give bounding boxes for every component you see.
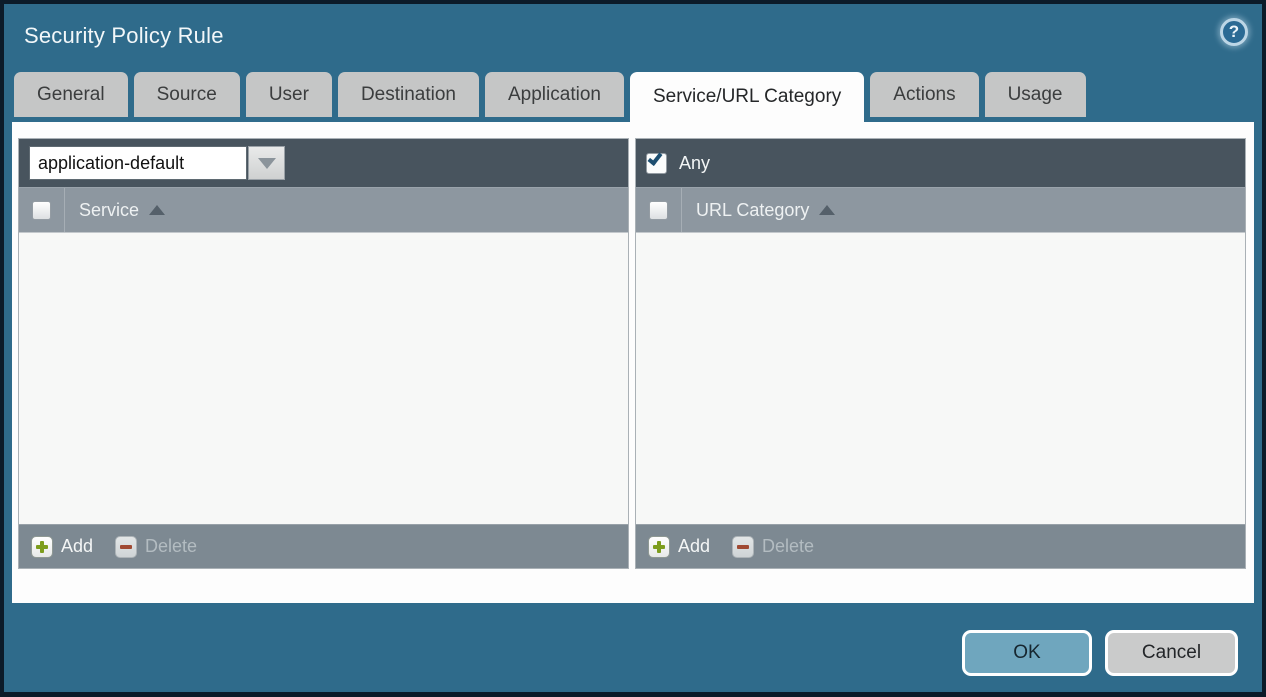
service-grid-body[interactable] xyxy=(19,233,628,524)
url-category-grid-header: URL Category xyxy=(636,187,1245,233)
add-button-label: Add xyxy=(678,536,710,557)
chevron-down-icon xyxy=(258,158,276,169)
any-checkbox-label: Any xyxy=(679,153,710,174)
service-add-button[interactable]: Add xyxy=(31,536,93,558)
delete-button-label: Delete xyxy=(762,536,814,557)
dialog-surface: Security Policy Rule ? General Source Us… xyxy=(4,4,1262,692)
dialog-action-row: OK Cancel xyxy=(962,630,1238,676)
service-grid-footer: Add Delete xyxy=(19,524,628,568)
service-select-all-checkbox[interactable] xyxy=(32,201,51,220)
tab-actions[interactable]: Actions xyxy=(870,72,978,117)
service-select-all-cell xyxy=(19,188,65,232)
service-column-header[interactable]: Service xyxy=(65,188,165,232)
url-category-toolbar: Any xyxy=(636,139,1245,187)
url-category-grid-body[interactable] xyxy=(636,233,1245,524)
tab-user[interactable]: User xyxy=(246,72,332,117)
sort-asc-icon xyxy=(149,205,165,215)
checkmark-icon xyxy=(648,150,663,166)
url-category-column-label: URL Category xyxy=(696,200,809,221)
plus-icon xyxy=(648,536,670,558)
url-category-delete-button[interactable]: Delete xyxy=(732,536,814,558)
page-title: Security Policy Rule xyxy=(24,23,224,49)
service-column-label: Service xyxy=(79,200,139,221)
tab-service-url-category[interactable]: Service/URL Category xyxy=(630,72,864,122)
add-button-label: Add xyxy=(61,536,93,557)
any-checkbox[interactable] xyxy=(646,153,667,174)
tab-bar: General Source User Destination Applicat… xyxy=(14,72,1252,122)
panels-container: Service Add xyxy=(18,138,1246,569)
cancel-button[interactable]: Cancel xyxy=(1105,630,1238,676)
tab-destination[interactable]: Destination xyxy=(338,72,479,117)
tab-content: Service Add xyxy=(12,122,1254,603)
minus-icon xyxy=(732,536,754,558)
url-category-select-all-checkbox[interactable] xyxy=(649,201,668,220)
service-type-dropdown-button[interactable] xyxy=(248,146,285,180)
tab-application[interactable]: Application xyxy=(485,72,624,117)
service-grid-header: Service xyxy=(19,187,628,233)
url-category-column-header[interactable]: URL Category xyxy=(682,188,835,232)
plus-icon xyxy=(31,536,53,558)
help-icon[interactable]: ? xyxy=(1220,18,1248,46)
titlebar: Security Policy Rule ? xyxy=(4,4,1262,68)
url-category-panel: Any URL Category xyxy=(635,138,1246,569)
service-delete-button[interactable]: Delete xyxy=(115,536,197,558)
ok-button[interactable]: OK xyxy=(962,630,1092,676)
url-category-grid-footer: Add Delete xyxy=(636,524,1245,568)
url-category-add-button[interactable]: Add xyxy=(648,536,710,558)
service-panel: Service Add xyxy=(18,138,629,569)
tab-general[interactable]: General xyxy=(14,72,128,117)
security-policy-rule-dialog: { "window": { "title": "Security Policy … xyxy=(0,0,1266,697)
minus-icon xyxy=(115,536,137,558)
url-category-select-all-cell xyxy=(636,188,682,232)
service-toolbar xyxy=(19,139,628,187)
delete-button-label: Delete xyxy=(145,536,197,557)
tab-usage[interactable]: Usage xyxy=(985,72,1086,117)
sort-asc-icon xyxy=(819,205,835,215)
service-type-input[interactable] xyxy=(29,146,247,180)
tab-source[interactable]: Source xyxy=(134,72,240,117)
service-type-combo xyxy=(29,146,285,180)
